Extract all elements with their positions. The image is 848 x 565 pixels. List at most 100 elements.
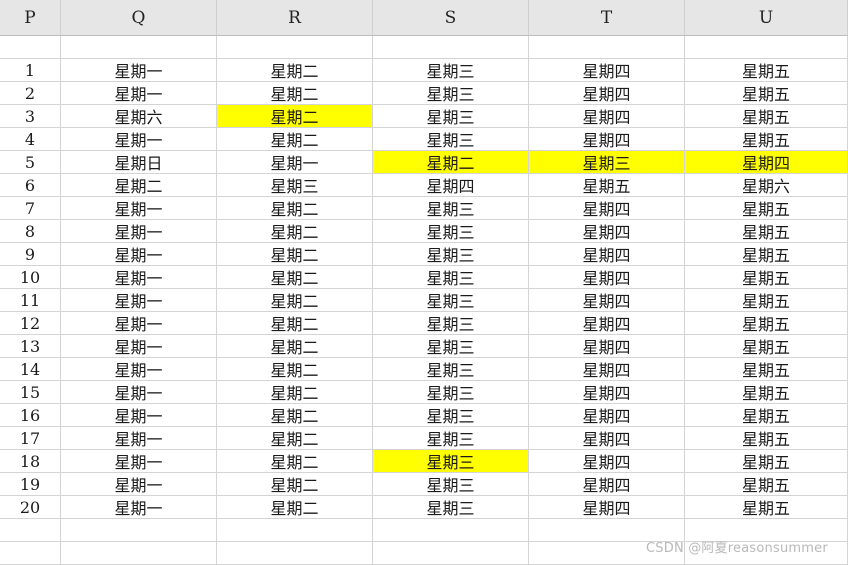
column-header-t[interactable]: T [529,0,685,36]
table-cell-u[interactable]: 星期五 [685,473,848,496]
table-cell-u[interactable]: 星期五 [685,312,848,335]
table-cell-s[interactable]: 星期三 [373,266,529,289]
table-cell-t[interactable]: 星期四 [529,266,685,289]
table-cell-u[interactable]: 星期五 [685,427,848,450]
table-cell-u[interactable]: 星期五 [685,82,848,105]
table-cell-r[interactable]: 星期二 [217,358,373,381]
table-cell-u[interactable]: 星期五 [685,496,848,519]
table-cell-t[interactable]: 星期四 [529,197,685,220]
table-cell-s[interactable]: 星期三 [373,404,529,427]
table-cell-s[interactable]: 星期三 [373,289,529,312]
table-cell-u[interactable]: 星期五 [685,266,848,289]
table-cell-r[interactable] [217,519,373,542]
table-cell-q[interactable]: 星期一 [61,450,217,473]
row-number-cell[interactable]: 5 [0,151,61,174]
table-cell-q[interactable]: 星期一 [61,128,217,151]
row-number-cell[interactable]: 19 [0,473,61,496]
row-number-cell[interactable]: 3 [0,105,61,128]
table-cell-r[interactable]: 星期二 [217,473,373,496]
table-cell-t[interactable]: 星期四 [529,427,685,450]
table-cell-q[interactable]: 星期二 [61,174,217,197]
table-cell-u[interactable]: 星期四 [685,151,848,174]
column-header-p[interactable]: P [0,0,61,36]
table-cell-t[interactable]: 星期四 [529,496,685,519]
table-cell-s[interactable]: 星期三 [373,358,529,381]
table-cell-r[interactable]: 星期三 [217,174,373,197]
table-cell-u[interactable]: 星期五 [685,128,848,151]
table-cell-s[interactable]: 星期三 [373,312,529,335]
table-cell-q[interactable]: 星期一 [61,59,217,82]
table-cell-r[interactable]: 星期二 [217,266,373,289]
table-cell-t[interactable]: 星期四 [529,473,685,496]
row-number-cell[interactable]: 10 [0,266,61,289]
table-cell-r[interactable]: 星期一 [217,151,373,174]
table-cell-q[interactable]: 星期一 [61,427,217,450]
table-cell-s[interactable]: 星期三 [373,473,529,496]
table-cell-q[interactable]: 星期一 [61,358,217,381]
table-cell-q[interactable] [61,36,217,59]
table-cell-s[interactable] [373,519,529,542]
table-cell-r[interactable]: 星期二 [217,243,373,266]
table-cell-t[interactable]: 星期四 [529,358,685,381]
table-cell-t[interactable]: 星期四 [529,220,685,243]
table-cell-s[interactable]: 星期三 [373,450,529,473]
table-cell-s[interactable] [373,36,529,59]
row-number-cell[interactable] [0,542,61,565]
row-number-cell[interactable]: 15 [0,381,61,404]
table-cell-s[interactable] [373,542,529,565]
table-cell-q[interactable]: 星期一 [61,335,217,358]
table-cell-r[interactable]: 星期二 [217,450,373,473]
table-cell-r[interactable]: 星期二 [217,59,373,82]
row-number-cell[interactable] [0,36,61,59]
table-cell-r[interactable]: 星期二 [217,105,373,128]
table-cell-t[interactable]: 星期四 [529,82,685,105]
table-cell-r[interactable] [217,36,373,59]
table-cell-q[interactable]: 星期一 [61,197,217,220]
table-cell-u[interactable]: 星期五 [685,59,848,82]
table-cell-q[interactable] [61,542,217,565]
table-cell-s[interactable]: 星期二 [373,151,529,174]
table-cell-u[interactable]: 星期五 [685,404,848,427]
table-cell-s[interactable]: 星期三 [373,427,529,450]
table-cell-q[interactable]: 星期一 [61,243,217,266]
table-cell-t[interactable]: 星期四 [529,128,685,151]
table-cell-t[interactable]: 星期四 [529,404,685,427]
table-cell-t[interactable]: 星期四 [529,243,685,266]
column-header-r[interactable]: R [217,0,373,36]
table-cell-r[interactable]: 星期二 [217,220,373,243]
row-number-cell[interactable]: 13 [0,335,61,358]
table-cell-q[interactable]: 星期六 [61,105,217,128]
row-number-cell[interactable]: 20 [0,496,61,519]
table-cell-q[interactable] [61,519,217,542]
table-cell-s[interactable]: 星期三 [373,220,529,243]
table-cell-u[interactable]: 星期五 [685,243,848,266]
table-cell-u[interactable]: 星期五 [685,197,848,220]
table-cell-s[interactable]: 星期三 [373,105,529,128]
row-number-cell[interactable]: 11 [0,289,61,312]
table-cell-s[interactable]: 星期三 [373,128,529,151]
table-cell-q[interactable]: 星期日 [61,151,217,174]
table-cell-t[interactable]: 星期四 [529,450,685,473]
table-cell-t[interactable]: 星期四 [529,59,685,82]
row-number-cell[interactable]: 18 [0,450,61,473]
table-cell-u[interactable]: 星期五 [685,289,848,312]
table-cell-u[interactable]: 星期六 [685,174,848,197]
row-number-cell[interactable]: 7 [0,197,61,220]
table-cell-t[interactable]: 星期三 [529,151,685,174]
row-number-cell[interactable]: 12 [0,312,61,335]
column-header-u[interactable]: U [685,0,848,36]
table-cell-s[interactable]: 星期三 [373,82,529,105]
table-cell-u[interactable]: 星期五 [685,220,848,243]
table-cell-s[interactable]: 星期三 [373,381,529,404]
table-cell-q[interactable]: 星期一 [61,473,217,496]
table-cell-q[interactable]: 星期一 [61,381,217,404]
table-cell-q[interactable]: 星期一 [61,312,217,335]
table-cell-s[interactable]: 星期三 [373,335,529,358]
row-number-cell[interactable]: 16 [0,404,61,427]
table-cell-u[interactable]: 星期五 [685,450,848,473]
table-cell-s[interactable]: 星期三 [373,197,529,220]
column-header-s[interactable]: S [373,0,529,36]
table-cell-u[interactable] [685,36,848,59]
table-cell-q[interactable]: 星期一 [61,404,217,427]
row-number-cell[interactable]: 9 [0,243,61,266]
